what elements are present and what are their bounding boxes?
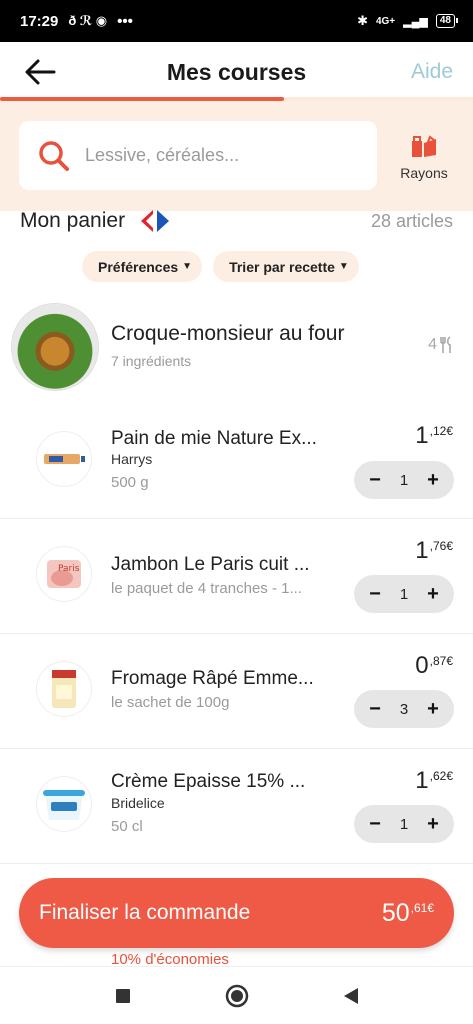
quantity-value: 1	[399, 815, 409, 833]
price-integer: 1	[415, 422, 429, 449]
item-quantity: 500 g	[111, 474, 149, 491]
battery-icon: 48	[435, 14, 459, 28]
recipe-image	[12, 304, 98, 390]
back-button[interactable]	[22, 56, 58, 88]
signal-icon: ▂▄▆	[403, 15, 428, 28]
status-time: 17:29	[20, 12, 59, 30]
item-price: 0 ,87€	[415, 654, 453, 678]
preferences-label: Préférences	[98, 258, 179, 275]
cart-header: Mon panier 28 articles	[20, 205, 453, 237]
checkout-total: 50 ,61€	[381, 898, 434, 927]
price-integer: 1	[415, 537, 429, 564]
recipe-title: Croque-monsieur au four	[111, 322, 345, 345]
item-price: 1 ,76€	[415, 539, 453, 563]
page-title: Mes courses	[166, 58, 307, 85]
quantity-stepper: − 1 +	[354, 575, 454, 613]
home-button[interactable]	[223, 982, 251, 1010]
increment-button[interactable]: +	[424, 584, 442, 604]
rayons-button[interactable]: Rayons	[395, 133, 453, 181]
price-decimal: ,12€	[429, 424, 453, 438]
item-price: 1 ,62€	[415, 769, 453, 793]
decrement-button[interactable]: −	[366, 699, 384, 719]
quantity-stepper: − 1 +	[354, 805, 454, 843]
network-label: 4G+	[375, 15, 396, 27]
item-quantity: le paquet de 4 tranches - 1...	[111, 580, 302, 597]
app-header: Mes courses Aide	[0, 42, 473, 102]
more-icon: •••	[117, 12, 133, 30]
sort-chip[interactable]: Trier par recette ▼	[213, 251, 359, 282]
quantity-value: 1	[399, 471, 409, 489]
price-decimal: ,87€	[429, 654, 453, 668]
rayons-label: Rayons	[400, 165, 448, 181]
list-item[interactable]: Crème Epaisse 15% ... Bridelice 50 cl 1 …	[0, 749, 473, 864]
checkout-button[interactable]: Finaliser la commande 50 ,61€	[19, 878, 454, 948]
item-price: 1 ,12€	[415, 424, 453, 448]
list-item[interactable]: Paris Jambon Le Paris cuit ... le paquet…	[0, 519, 473, 634]
svg-text:Paris: Paris	[58, 564, 80, 574]
price-integer: 1	[415, 767, 429, 794]
increment-button[interactable]: +	[424, 470, 442, 490]
product-image: Paris	[37, 547, 91, 601]
item-name: Fromage Râpé Emme...	[111, 668, 314, 689]
price-decimal: ,62€	[429, 769, 453, 783]
total-integer: 50	[381, 898, 410, 927]
cart-title: Mon panier	[20, 209, 126, 232]
preferences-chip[interactable]: Préférences ▼	[82, 251, 203, 282]
decrement-button[interactable]: −	[366, 814, 384, 834]
recents-button[interactable]	[109, 982, 137, 1010]
cutlery-icon	[440, 336, 451, 353]
decrement-button[interactable]: −	[366, 584, 384, 604]
sort-label: Trier par recette	[229, 258, 335, 275]
increment-button[interactable]: +	[424, 814, 442, 834]
back-nav-button[interactable]	[337, 982, 365, 1010]
list-item[interactable]: Fromage Râpé Emme... le sachet de 100g 0…	[0, 634, 473, 749]
increment-button[interactable]: +	[424, 699, 442, 719]
product-image	[37, 662, 91, 716]
cart-count: 28 articles	[370, 210, 453, 231]
item-brand: Harrys	[111, 451, 153, 467]
chevron-down-icon: ▼	[338, 261, 349, 272]
item-brand: Bridelice	[111, 795, 165, 811]
shopping-bags-icon	[412, 135, 436, 157]
search-box[interactable]	[19, 121, 377, 190]
triangle-back-icon	[343, 987, 358, 1004]
decrement-button[interactable]: −	[366, 470, 384, 490]
item-name: Crème Epaisse 15% ...	[111, 771, 306, 792]
system-nav-bar	[0, 966, 473, 1024]
filter-chips: Préférences ▼ Trier par recette ▼	[82, 251, 359, 282]
status-bar: 17:29 ð ℛ ◉ ••• ✱ 4G+ ▂▄▆ 48	[0, 0, 473, 42]
checkout-label: Finaliser la commande	[39, 901, 251, 924]
quantity-stepper: − 1 +	[354, 461, 454, 499]
product-image	[37, 432, 91, 486]
servings-count: 4	[428, 336, 437, 353]
chevron-down-icon: ▼	[182, 261, 193, 272]
total-decimal: ,61€	[410, 900, 434, 915]
circle-icon	[225, 984, 248, 1007]
item-quantity: 50 cl	[111, 818, 143, 835]
quantity-value: 3	[399, 700, 409, 718]
notification-icons: ð ℛ ◉	[68, 13, 108, 28]
recipe-row[interactable]: Croque-monsieur au four 7 ingrédients 4	[0, 302, 473, 392]
product-image	[37, 777, 91, 831]
item-name: Pain de mie Nature Ex...	[111, 428, 317, 449]
recipe-subtitle: 7 ingrédients	[111, 353, 192, 369]
search-band: Rayons	[0, 101, 473, 211]
help-link[interactable]: Aide	[411, 60, 453, 84]
item-quantity: le sachet de 100g	[111, 694, 230, 711]
item-name: Jambon Le Paris cuit ...	[111, 554, 310, 575]
arrow-left-icon	[25, 59, 56, 85]
bluetooth-icon: ✱	[357, 13, 368, 28]
carrefour-logo	[141, 210, 170, 232]
search-input[interactable]	[85, 145, 335, 166]
search-icon	[37, 139, 71, 173]
price-integer: 0	[415, 652, 429, 679]
list-item[interactable]: Pain de mie Nature Ex... Harrys 500 g 1 …	[0, 404, 473, 519]
price-decimal: ,76€	[429, 539, 453, 553]
recipe-servings: 4	[428, 336, 453, 354]
quantity-stepper: − 3 +	[354, 690, 454, 728]
quantity-value: 1	[399, 585, 409, 603]
square-icon	[115, 988, 130, 1003]
